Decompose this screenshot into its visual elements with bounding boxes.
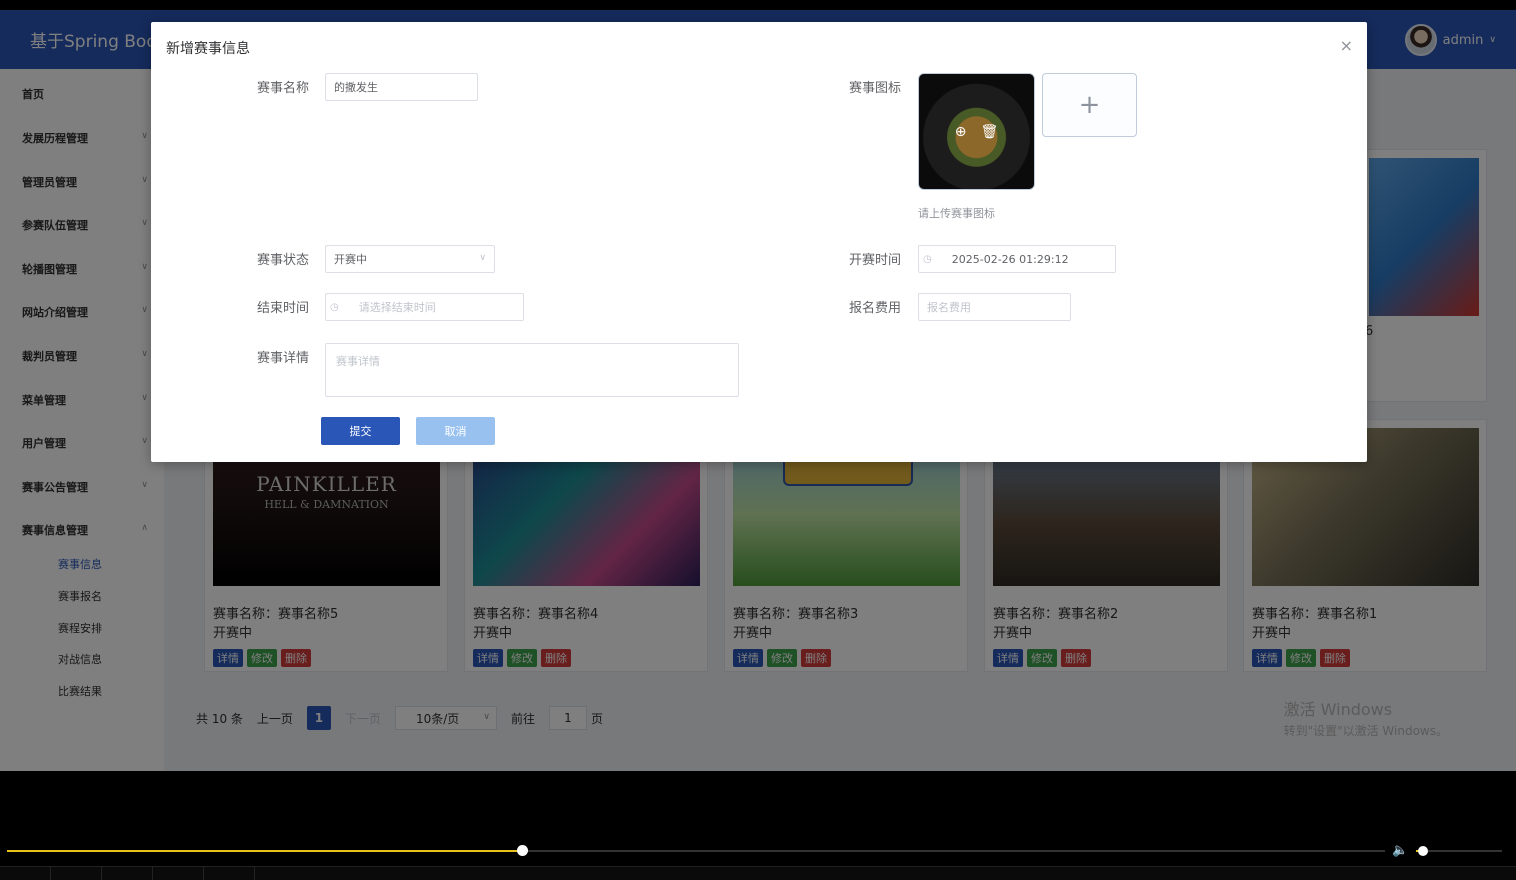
chevron-down-icon: ∨ xyxy=(479,253,486,263)
end-time-label: 结束时间 xyxy=(257,301,310,316)
upload-hint: 请上传赛事图标 xyxy=(918,207,995,220)
event-name-input[interactable]: 的撒发生 xyxy=(325,73,478,101)
trash-icon[interactable]: 🗑 xyxy=(980,124,998,140)
event-status-select[interactable]: 开赛中 ∨ xyxy=(325,245,495,273)
volume-icon[interactable]: 🔈 xyxy=(1392,843,1408,858)
fee-placeholder: 报名费用 xyxy=(927,301,971,314)
fee-input[interactable]: 报名费用 xyxy=(918,293,1071,321)
submit-button[interactable]: 提交 xyxy=(321,417,400,445)
upload-add-button[interactable]: + xyxy=(1042,73,1137,137)
add-event-dialog: 新增赛事信息 × 赛事名称 的撒发生 赛事图标 ⊕ 🗑 + 请上传赛事图标 赛事… xyxy=(151,22,1367,462)
close-icon[interactable]: × xyxy=(1340,36,1353,55)
volume-slider[interactable] xyxy=(1416,846,1502,856)
video-progress-track[interactable] xyxy=(7,845,1385,856)
clock-icon: ◷ xyxy=(923,253,932,265)
clock-icon: ◷ xyxy=(330,301,339,313)
detail-placeholder: 赛事详情 xyxy=(336,355,380,368)
end-time-placeholder: 请选择结束时间 xyxy=(358,301,436,314)
event-status-value: 开赛中 xyxy=(334,253,367,266)
end-time-picker[interactable]: ◷ 请选择结束时间 xyxy=(325,293,524,321)
start-time-label: 开赛时间 xyxy=(849,253,902,268)
event-status-label: 赛事状态 xyxy=(257,253,310,268)
start-time-picker[interactable]: ◷ 2025-02-26 01:29:12 xyxy=(918,245,1116,273)
event-icon-label: 赛事图标 xyxy=(849,81,902,96)
cancel-button[interactable]: 取消 xyxy=(416,417,495,445)
detail-label: 赛事详情 xyxy=(257,351,310,366)
image-actions-overlay: ⊕ 🗑 xyxy=(919,74,1034,189)
detail-textarea[interactable]: 赛事详情 xyxy=(325,343,739,397)
event-name-value: 的撒发生 xyxy=(334,81,378,94)
fee-label: 报名费用 xyxy=(849,301,902,316)
event-name-label: 赛事名称 xyxy=(257,81,310,96)
dialog-title: 新增赛事信息 xyxy=(166,41,250,57)
video-progress-fill xyxy=(7,850,523,852)
zoom-in-icon[interactable]: ⊕ xyxy=(955,124,967,140)
video-player-bar: 🔈 xyxy=(0,771,1516,880)
volume-handle[interactable] xyxy=(1418,846,1428,856)
uploaded-image[interactable]: ⊕ 🗑 xyxy=(918,73,1035,190)
plus-icon: + xyxy=(1078,90,1101,120)
start-time-value: 2025-02-26 01:29:12 xyxy=(951,252,1069,266)
video-progress-handle[interactable] xyxy=(517,845,528,856)
taskbar-strip xyxy=(0,866,1516,880)
